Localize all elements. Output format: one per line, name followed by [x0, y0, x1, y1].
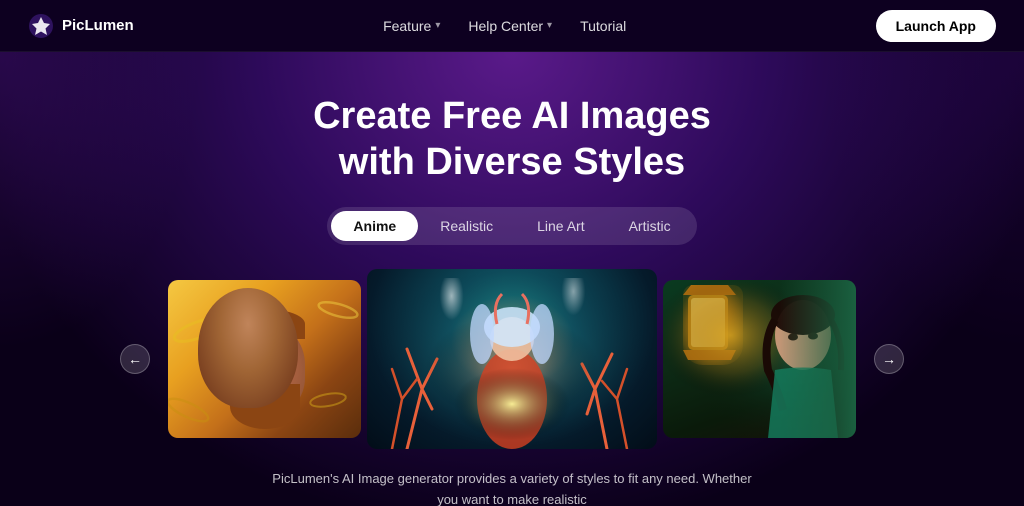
image-card-vangogh	[168, 280, 361, 438]
hero-title-line2: with Diverse Styles	[339, 141, 685, 183]
tab-anime[interactable]: Anime	[331, 211, 418, 241]
brand-name: PicLumen	[62, 17, 134, 34]
style-tabs: Anime Realistic Line Art Artistic	[327, 207, 696, 245]
tab-line-art[interactable]: Line Art	[515, 211, 606, 241]
painted-man-image	[168, 280, 361, 438]
anime-girl-image	[367, 269, 657, 449]
nav-item-tutorial[interactable]: Tutorial	[580, 18, 626, 34]
navbar: PicLumen Feature ▾ Help Center ▾ Tutoria…	[0, 0, 1024, 52]
coral-svg	[367, 269, 657, 449]
tab-artistic[interactable]: Artistic	[607, 211, 693, 241]
carousel-prev-button[interactable]: ←	[120, 344, 150, 374]
vangogh-bg-svg	[168, 280, 361, 438]
image-card-woman	[663, 280, 856, 438]
hero-title-line1: Create Free AI Images	[313, 95, 711, 137]
chevron-down-icon: ▾	[547, 20, 552, 31]
chevron-down-icon: ▾	[435, 20, 440, 31]
nav-item-helpcenter[interactable]: Help Center ▾	[468, 18, 552, 34]
nav-links: Feature ▾ Help Center ▾ Tutorial	[383, 18, 626, 34]
image-carousel: ←	[0, 269, 1024, 449]
hero-title: Create Free AI Images with Diverse Style…	[313, 94, 711, 185]
nav-item-feature[interactable]: Feature ▾	[383, 18, 440, 34]
image-card-anime	[367, 269, 657, 449]
tab-realistic[interactable]: Realistic	[418, 211, 515, 241]
hero-section: Create Free AI Images with Diverse Style…	[0, 52, 1024, 506]
images-row	[168, 269, 856, 449]
carousel-next-button[interactable]: →	[874, 344, 904, 374]
woman-lantern-image	[663, 280, 856, 438]
woman-svg	[663, 280, 856, 438]
launch-app-button[interactable]: Launch App	[876, 10, 996, 42]
logo[interactable]: PicLumen	[28, 13, 134, 39]
hero-description: PicLumen's AI Image generator provides a…	[272, 469, 752, 506]
logo-icon	[28, 13, 54, 39]
